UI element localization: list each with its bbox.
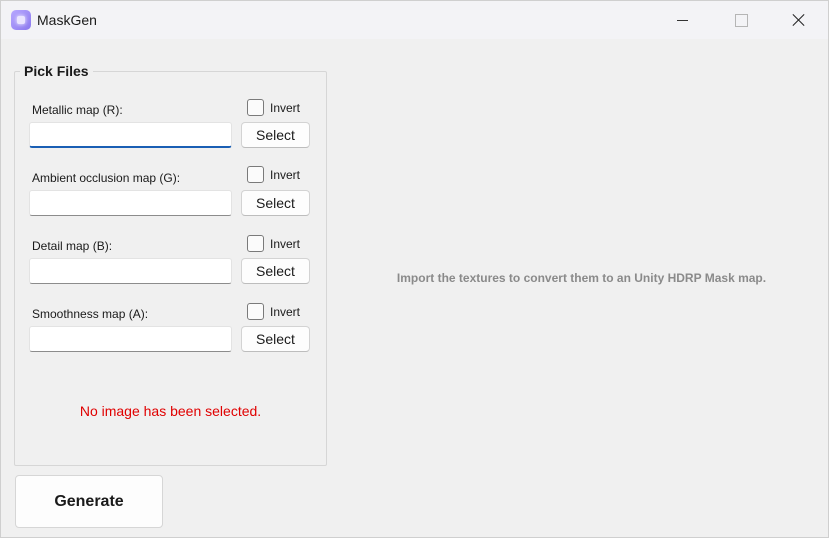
title-bar[interactable]: MaskGen (1, 1, 828, 39)
window-title: MaskGen (37, 12, 97, 28)
maximize-icon (717, 1, 763, 39)
app-icon (11, 10, 31, 30)
ambient-occlusion-select-button[interactable]: Select (241, 190, 310, 216)
metallic-invert-label[interactable]: Invert (270, 101, 300, 115)
smoothness-invert-label[interactable]: Invert (270, 305, 300, 319)
detail-select-button[interactable]: Select (241, 258, 310, 284)
detail-invert-label[interactable]: Invert (270, 237, 300, 251)
metallic-map-input[interactable] (29, 122, 232, 148)
detail-map-input[interactable] (29, 258, 232, 284)
generate-button[interactable]: Generate (15, 475, 163, 528)
metallic-select-button[interactable]: Select (241, 122, 310, 148)
close-icon[interactable] (775, 1, 821, 39)
smoothness-invert-checkbox[interactable] (247, 303, 264, 320)
ambient-occlusion-map-input[interactable] (29, 190, 232, 216)
ambient-occlusion-map-label: Ambient occlusion map (G): (32, 171, 181, 185)
metallic-invert-checkbox[interactable] (247, 99, 264, 116)
smoothness-map-label: Smoothness map (A): (32, 307, 149, 321)
ambient-occlusion-invert-label[interactable]: Invert (270, 168, 300, 182)
smoothness-map-input[interactable] (29, 326, 232, 352)
pick-files-title: Pick Files (20, 63, 93, 79)
error-message: No image has been selected. (79, 403, 262, 419)
detail-map-label: Detail map (B): (32, 239, 113, 253)
detail-invert-checkbox[interactable] (247, 235, 264, 252)
preview-placeholder-message: Import the textures to convert them to a… (396, 271, 767, 285)
minimize-icon[interactable] (659, 1, 705, 39)
main-window: MaskGen Pick Files Metallic map (R): Inv… (0, 0, 829, 538)
metallic-map-label: Metallic map (R): (32, 103, 123, 117)
smoothness-select-button[interactable]: Select (241, 326, 310, 352)
ambient-occlusion-invert-checkbox[interactable] (247, 166, 264, 183)
